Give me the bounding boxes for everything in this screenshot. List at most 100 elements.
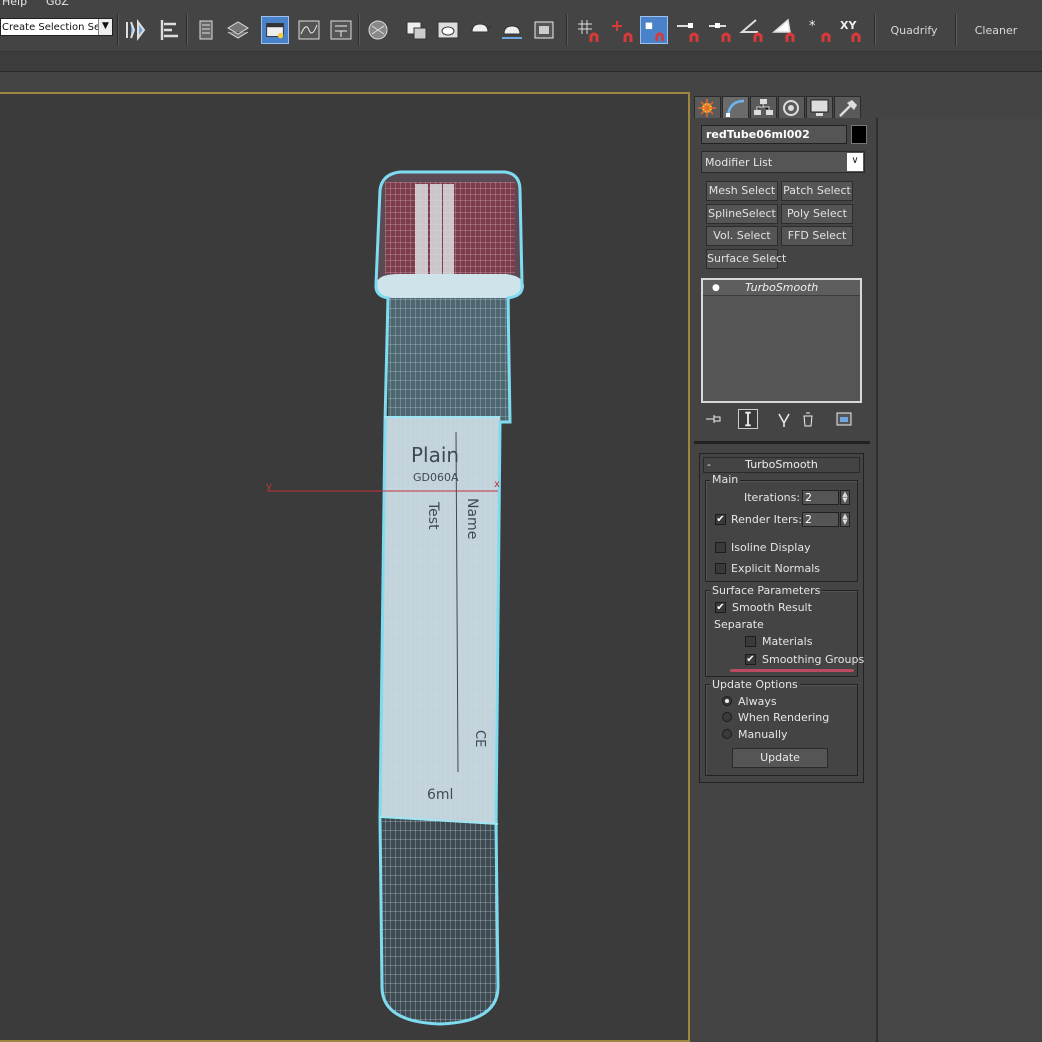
modifier-stack[interactable]: ● TurboSmooth <box>701 278 862 403</box>
create-tab[interactable] <box>694 96 721 118</box>
iterations-label: Iterations: <box>744 491 801 504</box>
surface-parameters-title: Surface Parameters <box>710 584 823 597</box>
spline-select-button[interactable]: SplineSelect <box>706 204 778 224</box>
svg-text:XY: XY <box>840 19 857 32</box>
scene-explorer-icon[interactable] <box>192 16 220 44</box>
render-window-icon[interactable] <box>530 16 558 44</box>
ribbon-area <box>0 73 1042 92</box>
xy-snap-icon[interactable]: XY <box>836 16 864 44</box>
grid-snap-icon[interactable] <box>574 16 602 44</box>
create-icon <box>698 99 716 117</box>
smoothing-groups-checkbox[interactable]: ✔ <box>745 654 756 665</box>
endpoint-snap-icon[interactable] <box>640 16 668 44</box>
update-button[interactable]: Update <box>732 748 828 768</box>
named-selection-set-dropdown[interactable]: Create Selection Se ▼ <box>0 18 113 36</box>
render-setup-icon[interactable] <box>402 16 430 44</box>
manually-label: Manually <box>738 728 788 741</box>
render-iters-spinner-field[interactable]: 2 <box>802 512 839 527</box>
percent-snap-icon[interactable] <box>770 16 798 44</box>
modify-tab[interactable] <box>722 96 749 118</box>
panel-divider <box>694 441 870 444</box>
turbosmooth-rollout-header[interactable]: - TurboSmooth <box>703 457 860 473</box>
perspective-viewport[interactable]: y x Plain GD060A Test Name CE 6ml <box>0 92 690 1042</box>
selection-set-value: Create Selection Se <box>2 22 101 33</box>
vol-select-button[interactable]: Vol. Select <box>706 226 778 246</box>
motion-tab[interactable] <box>778 96 805 118</box>
rendered-frame-window-icon[interactable] <box>434 16 462 44</box>
svg-text:*: * <box>809 19 816 34</box>
render-iterative-icon[interactable] <box>498 16 526 44</box>
toggle-ribbon-icon[interactable] <box>261 16 289 44</box>
rollout-title: TurboSmooth <box>745 458 818 471</box>
collapse-icon: - <box>707 458 711 471</box>
render-production-icon[interactable] <box>466 16 494 44</box>
menu-help[interactable]: Help <box>2 0 27 8</box>
hierarchy-tab[interactable] <box>750 96 777 118</box>
smooth-result-label: Smooth Result <box>732 601 812 614</box>
highlight-underline <box>730 669 854 672</box>
iterations-spinner-field[interactable]: 2 <box>802 490 839 505</box>
render-iters-label: Render Iters: <box>731 513 802 526</box>
tube-test-text: Test <box>425 501 441 530</box>
edge-snap-icon[interactable] <box>706 16 734 44</box>
tube-wireframe-model[interactable]: y x Plain GD060A Test Name CE 6ml <box>0 94 690 1042</box>
configure-modifier-sets-icon[interactable] <box>834 409 854 429</box>
main-toolbar: Create Selection Se ▼ * XY Quadrify Clea… <box>0 10 1042 52</box>
smooth-result-checkbox[interactable]: ✔ <box>715 602 726 613</box>
pin-stack-icon[interactable] <box>703 409 723 429</box>
toolbar-separator <box>358 14 360 46</box>
toolbar-separator <box>186 14 188 46</box>
render-iters-spinner-arrows[interactable]: ▲ ▼ <box>840 512 850 527</box>
cleaner-button[interactable]: Cleaner <box>962 14 1030 48</box>
tube-name-text: Name <box>464 498 480 539</box>
explicit-normals-checkbox[interactable] <box>715 563 726 574</box>
menu-goz[interactable]: GoZ <box>46 0 69 8</box>
curve-editor-icon[interactable] <box>295 16 323 44</box>
mirror-icon[interactable] <box>122 16 150 44</box>
smoothing-groups-label: Smoothing Groups <box>762 653 865 666</box>
stack-item-label: TurboSmooth <box>745 281 819 294</box>
utilities-tab[interactable] <box>834 96 861 118</box>
main-group-title: Main <box>710 473 741 486</box>
iterations-spinner-arrows[interactable]: ▲ ▼ <box>840 490 850 505</box>
remove-modifier-icon[interactable] <box>798 409 818 429</box>
isoline-display-checkbox[interactable] <box>715 542 726 553</box>
stack-item-turbosmooth[interactable]: ● TurboSmooth <box>703 280 860 296</box>
material-editor-icon[interactable] <box>364 16 392 44</box>
show-end-result-icon[interactable] <box>738 409 758 429</box>
lightbulb-icon[interactable]: ● <box>712 281 720 296</box>
toolbar-separator <box>117 14 119 46</box>
align-icon[interactable] <box>156 16 184 44</box>
make-unique-icon[interactable] <box>774 409 794 429</box>
vertex-snap-icon[interactable] <box>608 16 636 44</box>
ribbon-strip <box>0 52 1042 72</box>
materials-checkbox[interactable] <box>745 636 756 647</box>
display-tab[interactable] <box>806 96 833 118</box>
tube-ce-mark: CE <box>472 730 487 747</box>
axis-x-label: x <box>494 479 500 490</box>
surface-select-button[interactable]: Surface Select <box>706 249 786 269</box>
hierarchy-icon <box>754 99 773 115</box>
mesh-select-button[interactable]: Mesh Select <box>706 181 778 201</box>
object-name-field[interactable]: redTube06ml002 <box>701 125 847 144</box>
poly-select-button[interactable]: Poly Select <box>781 204 853 224</box>
separate-label: Separate <box>714 618 764 631</box>
render-iters-checkbox[interactable]: ✔ <box>715 514 726 525</box>
manually-radio[interactable] <box>722 729 732 739</box>
toolbar-separator <box>955 14 957 46</box>
angle-snap-icon[interactable] <box>738 16 766 44</box>
patch-select-button[interactable]: Patch Select <box>781 181 853 201</box>
tube-volume-text: 6ml <box>427 787 453 803</box>
midpoint-snap-icon[interactable] <box>674 16 702 44</box>
always-label: Always <box>738 695 777 708</box>
schematic-view-icon[interactable] <box>327 16 355 44</box>
ffd-select-button[interactable]: FFD Select <box>781 226 853 246</box>
spinner-snap-icon[interactable]: * <box>806 16 834 44</box>
when-rendering-radio[interactable] <box>722 712 732 722</box>
axis-y-label: y <box>266 481 272 492</box>
always-radio[interactable] <box>722 696 732 706</box>
layer-explorer-icon[interactable] <box>224 16 252 44</box>
quadrify-button[interactable]: Quadrify <box>880 14 948 48</box>
modifier-list-dropdown[interactable]: Modifier List ∨ <box>701 151 865 173</box>
object-color-swatch[interactable] <box>851 125 867 144</box>
